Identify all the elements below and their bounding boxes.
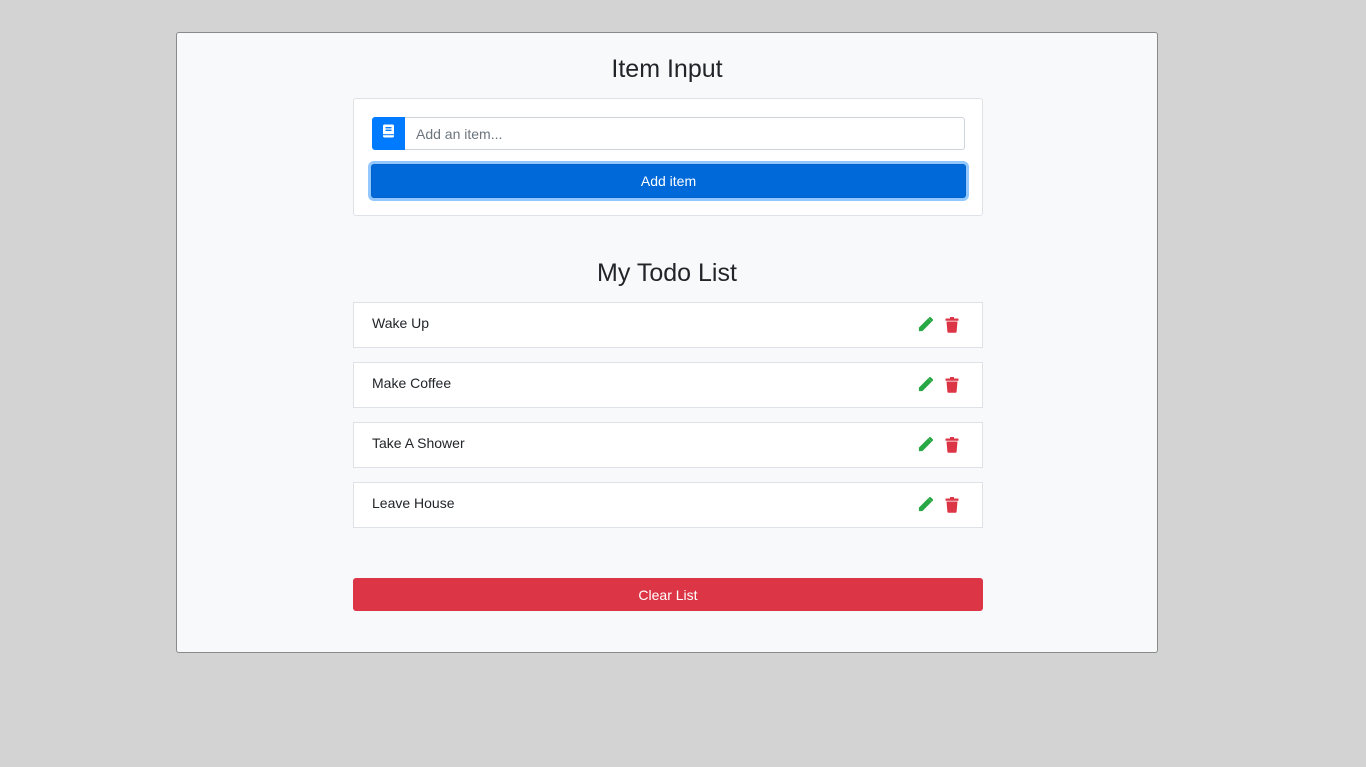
todo-item-actions — [916, 316, 960, 333]
trash-icon[interactable] — [943, 436, 960, 453]
todo-item-actions — [916, 496, 960, 513]
list-item: Take A Shower — [353, 422, 983, 468]
todo-item-actions — [916, 376, 960, 393]
list-item: Wake Up — [353, 302, 983, 348]
item-input-panel: Add item — [353, 98, 983, 216]
add-item-button[interactable]: Add item — [371, 164, 966, 198]
item-input-title: Item Input — [611, 55, 723, 83]
item-input[interactable] — [405, 117, 965, 150]
list-item: Leave House — [353, 482, 983, 528]
input-prepend — [372, 117, 405, 150]
todo-list: Wake Up Make Coffee Take A Shower Leave … — [353, 302, 983, 542]
pencil-icon[interactable] — [916, 316, 933, 333]
clear-list-button[interactable]: Clear List — [353, 578, 983, 611]
item-input-group — [372, 117, 965, 150]
todo-app-card: Item Input Add item My Todo List Wake Up — [176, 32, 1158, 653]
book-icon — [382, 124, 395, 143]
todo-item-text: Wake Up — [372, 315, 430, 331]
trash-icon[interactable] — [943, 496, 960, 513]
todo-item-actions — [916, 436, 960, 453]
pencil-icon[interactable] — [916, 376, 933, 393]
todo-list-title: My Todo List — [597, 259, 737, 287]
todo-item-text: Make Coffee — [372, 375, 452, 391]
trash-icon[interactable] — [943, 316, 960, 333]
pencil-icon[interactable] — [916, 436, 933, 453]
pencil-icon[interactable] — [916, 496, 933, 513]
todo-item-text: Leave House — [372, 495, 455, 511]
todo-item-text: Take A Shower — [372, 435, 465, 451]
list-item: Make Coffee — [353, 362, 983, 408]
trash-icon[interactable] — [943, 376, 960, 393]
